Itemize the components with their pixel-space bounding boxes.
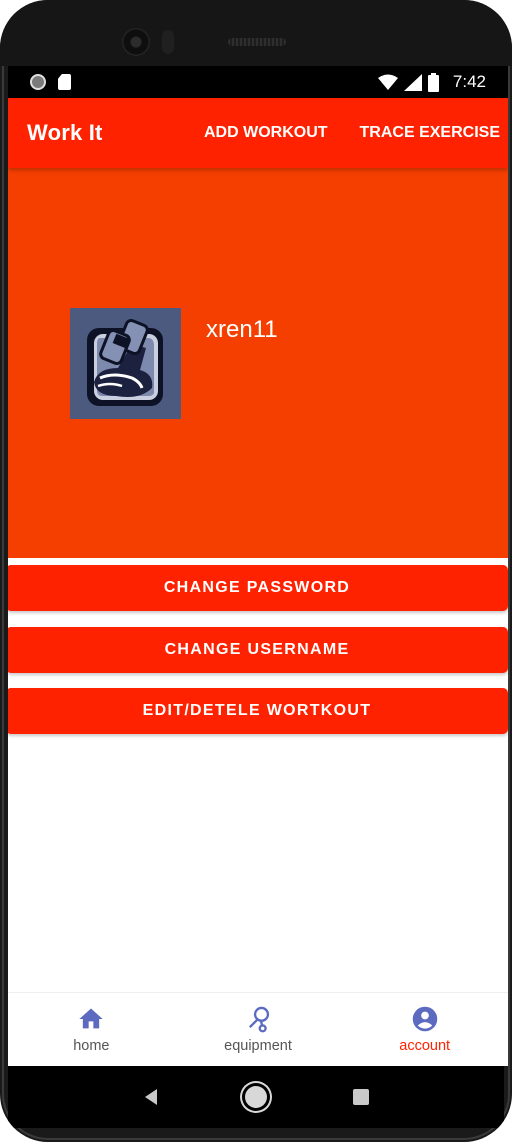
flexed-arm-dumbbell-icon xyxy=(87,318,163,406)
add-workout-button[interactable]: ADD WORKOUT xyxy=(204,124,328,142)
screen: 7:42 Work It ADD WORKOUT TRACE EXERCISE xyxy=(8,66,508,1066)
system-home-button[interactable] xyxy=(236,1077,276,1117)
status-time: 7:42 xyxy=(452,72,486,91)
change-username-button[interactable]: CHANGE USERNAME xyxy=(8,627,508,673)
front-camera xyxy=(122,28,150,56)
system-navigation-bar xyxy=(8,1066,504,1128)
sd-card-icon xyxy=(58,74,71,90)
change-password-button[interactable]: CHANGE PASSWORD xyxy=(8,565,508,611)
wifi-icon xyxy=(377,74,398,90)
app-title: Work It xyxy=(27,120,103,145)
back-icon xyxy=(144,1089,157,1105)
account-circle-icon xyxy=(412,1006,437,1032)
profile-username: xren11 xyxy=(206,316,278,343)
jump-rope-icon xyxy=(249,1006,270,1033)
home-circle-icon xyxy=(244,1086,267,1108)
proximity-sensor xyxy=(162,30,174,54)
battery-icon xyxy=(427,72,439,92)
nav-item-home[interactable]: home xyxy=(8,993,175,1066)
trace-exercise-button[interactable]: TRACE EXERCISE xyxy=(360,124,500,142)
earpiece-speaker xyxy=(228,38,286,46)
app-bar: Work It ADD WORKOUT TRACE EXERCISE xyxy=(8,98,508,168)
bottom-navigation: home equipment account xyxy=(8,992,508,1066)
nav-label-account: account xyxy=(399,1038,451,1054)
edit-delete-workout-button[interactable]: EDIT/DETELE WORTKOUT xyxy=(8,688,508,734)
phone-top-bezel xyxy=(0,0,512,66)
profile-header: xren11 xyxy=(8,168,508,558)
recent-apps-icon xyxy=(353,1089,370,1105)
cell-signal-icon xyxy=(403,73,422,91)
home-icon xyxy=(79,1008,103,1029)
nav-item-account[interactable]: account xyxy=(341,993,508,1066)
phone-frame: 7:42 Work It ADD WORKOUT TRACE EXERCISE xyxy=(0,0,512,1142)
system-recents-button[interactable] xyxy=(341,1077,381,1117)
status-bar: 7:42 xyxy=(8,66,508,98)
avatar[interactable] xyxy=(70,308,181,419)
system-back-button[interactable] xyxy=(131,1077,171,1117)
notification-dot-icon xyxy=(30,74,46,90)
nav-item-equipment[interactable]: equipment xyxy=(175,993,342,1066)
nav-label-equipment: equipment xyxy=(224,1038,292,1054)
nav-label-home: home xyxy=(73,1038,110,1054)
